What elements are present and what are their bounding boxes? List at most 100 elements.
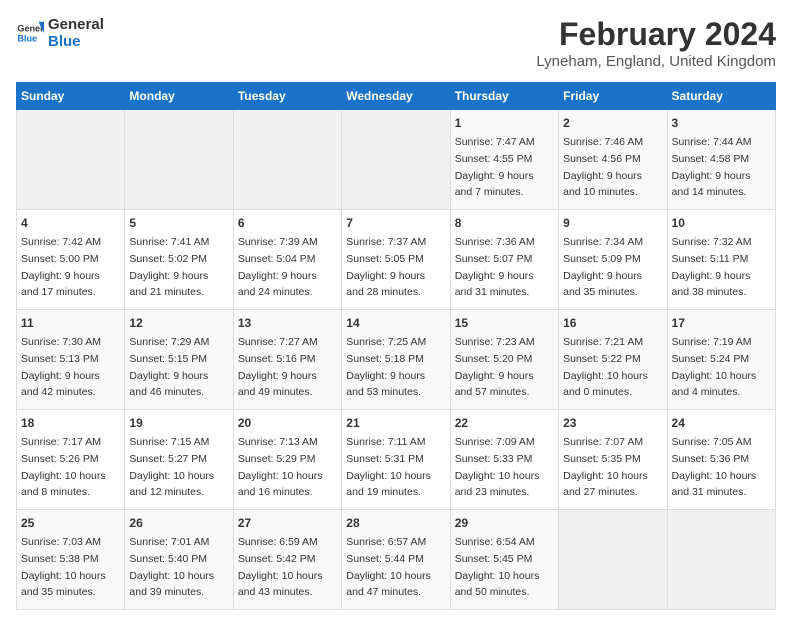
page-subtitle: Lyneham, England, United Kingdom: [536, 53, 776, 70]
day-number: 14: [346, 314, 445, 332]
day-info: Sunrise: 7:09 AM Sunset: 5:33 PM Dayligh…: [455, 436, 540, 498]
day-info: Sunrise: 6:59 AM Sunset: 5:42 PM Dayligh…: [238, 536, 323, 598]
calendar-cell: 15Sunrise: 7:23 AM Sunset: 5:20 PM Dayli…: [450, 310, 558, 410]
calendar-cell: 20Sunrise: 7:13 AM Sunset: 5:29 PM Dayli…: [233, 410, 341, 510]
logo: General Blue General Blue: [16, 16, 104, 50]
calendar-cell: 5Sunrise: 7:41 AM Sunset: 5:02 PM Daylig…: [125, 210, 233, 310]
calendar-cell: [342, 110, 450, 210]
calendar-cell: [125, 110, 233, 210]
calendar-cell: 1 Sunrise: 7:47 AM Sunset: 4:55 PM Daylig…: [450, 110, 558, 210]
day-info: Sunrise: 7:39 AM Sunset: 5:04 PM Dayligh…: [238, 236, 318, 298]
day-number: 1: [455, 114, 554, 132]
day-number: 29: [455, 514, 554, 532]
calendar-cell: [17, 110, 125, 210]
calendar-cell: 27 Sunrise: 6:59 AM Sunset: 5:42 PM Dayli…: [233, 510, 341, 610]
page-title: February 2024: [536, 16, 776, 53]
calendar-cell: 21 Sunrise: 7:11 AM Sunset: 5:31 PM Dayli…: [342, 410, 450, 510]
svg-text:General: General: [17, 24, 44, 34]
day-info: Sunrise: 7:32 AM Sunset: 5:11 PM Dayligh…: [672, 236, 752, 298]
calendar-cell: [667, 510, 775, 610]
calendar-cell: 17 Sunrise: 7:19 AM Sunset: 5:24 PM Dayli…: [667, 310, 775, 410]
calendar-cell: 16Sunrise: 7:21 AM Sunset: 5:22 PM Dayli…: [559, 310, 667, 410]
calendar-cell: 2 Sunrise: 7:46 AM Sunset: 4:56 PM Daylig…: [559, 110, 667, 210]
day-number: 18: [21, 414, 120, 432]
day-number: 17: [672, 314, 771, 332]
day-info: Sunrise: 7:44 AM Sunset: 4:58 PM Dayligh…: [672, 136, 752, 198]
day-number: 4: [21, 214, 120, 232]
weekday-header-friday: Friday: [559, 83, 667, 110]
day-number: 27: [238, 514, 337, 532]
day-info: Sunrise: 6:57 AM Sunset: 5:44 PM Dayligh…: [346, 536, 431, 598]
calendar-cell: 11 Sunrise: 7:30 AM Sunset: 5:13 PM Dayli…: [17, 310, 125, 410]
calendar-cell: 23 Sunrise: 7:07 AM Sunset: 5:35 PM Dayli…: [559, 410, 667, 510]
day-number: 9: [563, 214, 662, 232]
calendar-week-row: 1 Sunrise: 7:47 AM Sunset: 4:55 PM Daylig…: [17, 110, 776, 210]
day-number: 2: [563, 114, 662, 132]
calendar-cell: 22 Sunrise: 7:09 AM Sunset: 5:33 PM Dayli…: [450, 410, 558, 510]
day-info: Sunrise: 7:01 AM Sunset: 5:40 PM Dayligh…: [129, 536, 214, 598]
weekday-header-saturday: Saturday: [667, 83, 775, 110]
logo-text-blue: Blue: [48, 33, 104, 50]
day-number: 6: [238, 214, 337, 232]
title-block: February 2024 Lyneham, England, United K…: [536, 16, 776, 70]
day-info: Sunrise: 7:27 AM Sunset: 5:16 PM Dayligh…: [238, 336, 318, 398]
calendar-cell: 29Sunrise: 6:54 AM Sunset: 5:45 PM Dayli…: [450, 510, 558, 610]
day-info: Sunrise: 7:19 AM Sunset: 5:24 PM Dayligh…: [672, 336, 757, 398]
weekday-header-tuesday: Tuesday: [233, 83, 341, 110]
day-number: 16: [563, 314, 662, 332]
day-number: 21: [346, 414, 445, 432]
calendar-cell: 10 Sunrise: 7:32 AM Sunset: 5:11 PM Dayli…: [667, 210, 775, 310]
day-number: 24: [672, 414, 771, 432]
calendar-cell: 18 Sunrise: 7:17 AM Sunset: 5:26 PM Dayli…: [17, 410, 125, 510]
day-number: 28: [346, 514, 445, 532]
logo-icon: General Blue: [16, 19, 44, 47]
calendar-cell: 26Sunrise: 7:01 AM Sunset: 5:40 PM Dayli…: [125, 510, 233, 610]
day-info: Sunrise: 7:42 AM Sunset: 5:00 PM Dayligh…: [21, 236, 101, 298]
day-info: Sunrise: 7:05 AM Sunset: 5:36 PM Dayligh…: [672, 436, 757, 498]
calendar-cell: 25 Sunrise: 7:03 AM Sunset: 5:38 PM Dayli…: [17, 510, 125, 610]
day-info: Sunrise: 7:23 AM Sunset: 5:20 PM Dayligh…: [455, 336, 535, 398]
weekday-header-row: SundayMondayTuesdayWednesdayThursdayFrid…: [17, 83, 776, 110]
day-number: 11: [21, 314, 120, 332]
day-info: Sunrise: 7:03 AM Sunset: 5:38 PM Dayligh…: [21, 536, 106, 598]
day-number: 13: [238, 314, 337, 332]
day-info: Sunrise: 7:11 AM Sunset: 5:31 PM Dayligh…: [346, 436, 431, 498]
day-number: 5: [129, 214, 228, 232]
day-info: Sunrise: 7:47 AM Sunset: 4:55 PM Dayligh…: [455, 136, 535, 198]
day-info: Sunrise: 7:29 AM Sunset: 5:15 PM Dayligh…: [129, 336, 209, 398]
day-number: 3: [672, 114, 771, 132]
day-number: 22: [455, 414, 554, 432]
calendar-week-row: 25 Sunrise: 7:03 AM Sunset: 5:38 PM Dayli…: [17, 510, 776, 610]
day-number: 7: [346, 214, 445, 232]
calendar-week-row: 11 Sunrise: 7:30 AM Sunset: 5:13 PM Dayli…: [17, 310, 776, 410]
day-info: Sunrise: 7:34 AM Sunset: 5:09 PM Dayligh…: [563, 236, 643, 298]
calendar-cell: 4 Sunrise: 7:42 AM Sunset: 5:00 PM Daylig…: [17, 210, 125, 310]
calendar-week-row: 4 Sunrise: 7:42 AM Sunset: 5:00 PM Daylig…: [17, 210, 776, 310]
day-info: Sunrise: 7:30 AM Sunset: 5:13 PM Dayligh…: [21, 336, 101, 398]
calendar-cell: [559, 510, 667, 610]
day-number: 25: [21, 514, 120, 532]
calendar-cell: 13 Sunrise: 7:27 AM Sunset: 5:16 PM Dayli…: [233, 310, 341, 410]
day-info: Sunrise: 7:46 AM Sunset: 4:56 PM Dayligh…: [563, 136, 643, 198]
weekday-header-monday: Monday: [125, 83, 233, 110]
day-info: Sunrise: 7:13 AM Sunset: 5:29 PM Dayligh…: [238, 436, 323, 498]
day-info: Sunrise: 7:17 AM Sunset: 5:26 PM Dayligh…: [21, 436, 106, 498]
weekday-header-wednesday: Wednesday: [342, 83, 450, 110]
day-info: Sunrise: 7:07 AM Sunset: 5:35 PM Dayligh…: [563, 436, 648, 498]
logo-text-general: General: [48, 16, 104, 33]
day-number: 23: [563, 414, 662, 432]
day-number: 8: [455, 214, 554, 232]
svg-text:Blue: Blue: [17, 33, 37, 43]
day-number: 10: [672, 214, 771, 232]
day-number: 19: [129, 414, 228, 432]
calendar-cell: 7 Sunrise: 7:37 AM Sunset: 5:05 PM Daylig…: [342, 210, 450, 310]
calendar-cell: 8 Sunrise: 7:36 AM Sunset: 5:07 PM Daylig…: [450, 210, 558, 310]
day-info: Sunrise: 7:37 AM Sunset: 5:05 PM Dayligh…: [346, 236, 426, 298]
calendar-cell: 9 Sunrise: 7:34 AM Sunset: 5:09 PM Daylig…: [559, 210, 667, 310]
calendar-cell: 12Sunrise: 7:29 AM Sunset: 5:15 PM Dayli…: [125, 310, 233, 410]
day-info: Sunrise: 7:36 AM Sunset: 5:07 PM Dayligh…: [455, 236, 535, 298]
calendar-cell: 14Sunrise: 7:25 AM Sunset: 5:18 PM Dayli…: [342, 310, 450, 410]
day-info: Sunrise: 7:15 AM Sunset: 5:27 PM Dayligh…: [129, 436, 214, 498]
calendar-table: SundayMondayTuesdayWednesdayThursdayFrid…: [16, 82, 776, 610]
calendar-cell: 19 Sunrise: 7:15 AM Sunset: 5:27 PM Dayli…: [125, 410, 233, 510]
